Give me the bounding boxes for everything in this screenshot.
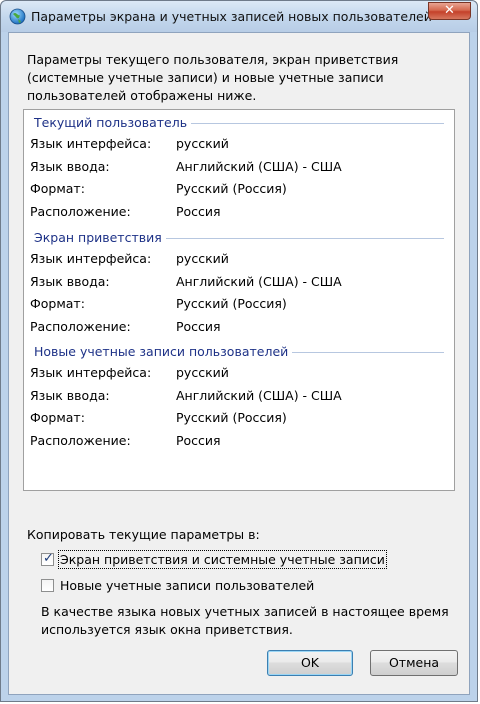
close-icon: ✕ <box>444 3 455 18</box>
setting-row: Расположение: Россия <box>24 200 454 223</box>
setting-value: Россия <box>176 432 221 448</box>
setting-value: русский <box>176 251 229 266</box>
setting-label: Язык интерфейса: <box>30 251 152 266</box>
setting-value: Русский (Россия) <box>176 181 287 196</box>
copy-settings-label: Копировать текущие параметры в: <box>27 527 260 542</box>
setting-row: Формат: Русский (Россия) <box>24 292 454 315</box>
setting-row: Язык интерфейса: русский <box>24 247 454 270</box>
setting-value: Россия <box>176 318 221 334</box>
dialog-client-area: Параметры текущего пользователя, экран п… <box>8 32 470 695</box>
section-current-user: Текущий пользователь Язык интерфейса: рус… <box>24 112 454 222</box>
setting-label: Расположение: <box>30 432 131 448</box>
setting-label: Формат: <box>30 296 85 311</box>
setting-label: Язык интерфейса: <box>30 365 152 380</box>
checkbox-label[interactable]: Экран приветствия и системные учетные за… <box>58 550 387 569</box>
globe-icon <box>9 8 26 25</box>
checkbox-box[interactable] <box>41 579 54 592</box>
setting-row: Язык ввода: Английский (США) - США <box>24 155 454 178</box>
setting-row: Язык ввода: Английский (США) - США <box>24 384 454 407</box>
setting-label: Язык интерфейса: <box>30 136 152 151</box>
setting-label: Язык ввода: <box>30 273 110 289</box>
setting-value: Английский (США) - США <box>176 387 342 403</box>
setting-row: Расположение: Россия <box>24 315 454 338</box>
setting-label: Язык ввода: <box>30 387 110 403</box>
setting-value: Русский (Россия) <box>176 296 287 311</box>
checkbox-box[interactable]: ✓ <box>41 551 54 566</box>
section-title: Новые учетные записи пользователей <box>34 344 293 359</box>
window-title: Параметры экрана и учетных записей новых… <box>31 9 432 24</box>
section-welcome-screen: Экран приветствия Язык интерфейса: русски… <box>24 227 454 337</box>
title-bar[interactable]: Параметры экрана и учетных записей новых… <box>1 1 477 32</box>
setting-row: Язык интерфейса: русский <box>24 132 454 155</box>
setting-label: Формат: <box>30 181 85 196</box>
checkbox-label[interactable]: Новые учетные записи пользователей <box>60 578 314 593</box>
section-title: Экран приветствия <box>34 230 166 245</box>
intro-text: Параметры текущего пользователя, экран п… <box>27 52 399 103</box>
setting-row: Язык интерфейса: русский <box>24 361 454 384</box>
setting-value: русский <box>176 136 229 151</box>
checkmark-icon: ✓ <box>43 551 54 566</box>
setting-row: Формат: Русский (Россия) <box>24 177 454 200</box>
close-button[interactable]: ✕ <box>428 2 471 20</box>
setting-label: Язык ввода: <box>30 158 110 174</box>
info-note: В качестве языка новых учетных записей в… <box>41 604 449 637</box>
section-new-users: Новые учетные записи пользователей Язык … <box>24 341 454 451</box>
settings-panel: Текущий пользователь Язык интерфейса: рус… <box>23 109 455 491</box>
setting-label: Расположение: <box>30 203 131 219</box>
cancel-button[interactable]: Отмена <box>370 650 458 676</box>
dialog-window: Параметры экрана и учетных записей новых… <box>0 0 478 702</box>
setting-value: Русский (Россия) <box>176 410 287 425</box>
setting-row: Язык ввода: Английский (США) - США <box>24 270 454 293</box>
setting-label: Формат: <box>30 410 85 425</box>
setting-label: Расположение: <box>30 318 131 334</box>
setting-value: русский <box>176 365 229 380</box>
setting-row: Формат: Русский (Россия) <box>24 406 454 429</box>
setting-row: Расположение: Россия <box>24 429 454 452</box>
setting-value: Английский (США) - США <box>176 158 342 174</box>
setting-value: Россия <box>176 203 221 219</box>
setting-value: Английский (США) - США <box>176 273 342 289</box>
section-title: Текущий пользователь <box>34 115 192 130</box>
ok-button[interactable]: OK <box>267 650 353 676</box>
